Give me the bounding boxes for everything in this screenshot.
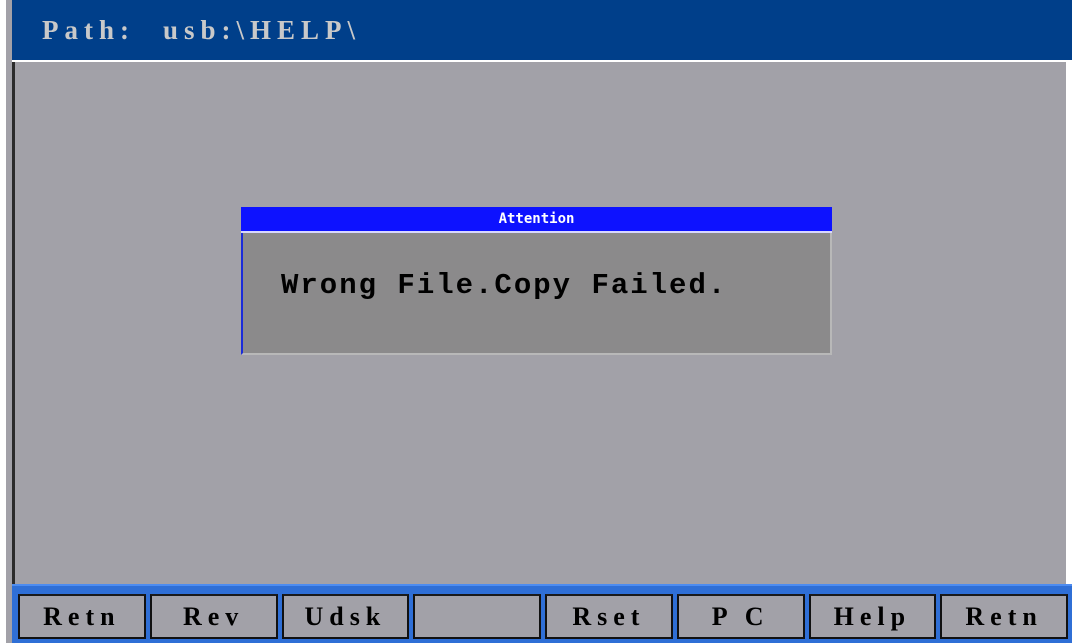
softkey-blank[interactable] [413, 594, 541, 639]
path-label: Path: [42, 14, 135, 45]
softkey-rset[interactable]: Rset [545, 594, 673, 639]
softkey-udsk[interactable]: Udsk [281, 594, 410, 639]
dialog-message: Wrong File.Copy Failed. [281, 269, 728, 302]
dialog-title: Attention [241, 207, 832, 233]
softkey-retn-1[interactable]: Retn [18, 594, 146, 639]
softkey-retn-2[interactable]: Retn [940, 594, 1068, 639]
softkey-rev[interactable]: Rev [149, 594, 278, 639]
softkey-help[interactable]: Help [808, 594, 937, 639]
cnc-screen: Path: usb:\HELP\ Attention Wrong File.Co… [0, 0, 1072, 643]
attention-dialog: Attention Wrong File.Copy Failed. [241, 207, 832, 355]
path-bar: Path: usb:\HELP\ [12, 0, 1072, 62]
left-edge-divider [12, 62, 15, 584]
softkey-bar: Retn Rev Udsk Rset P C Help Retn [12, 584, 1072, 643]
path-value: usb:\HELP\ [163, 14, 362, 45]
softkey-pc[interactable]: P C [676, 594, 805, 639]
